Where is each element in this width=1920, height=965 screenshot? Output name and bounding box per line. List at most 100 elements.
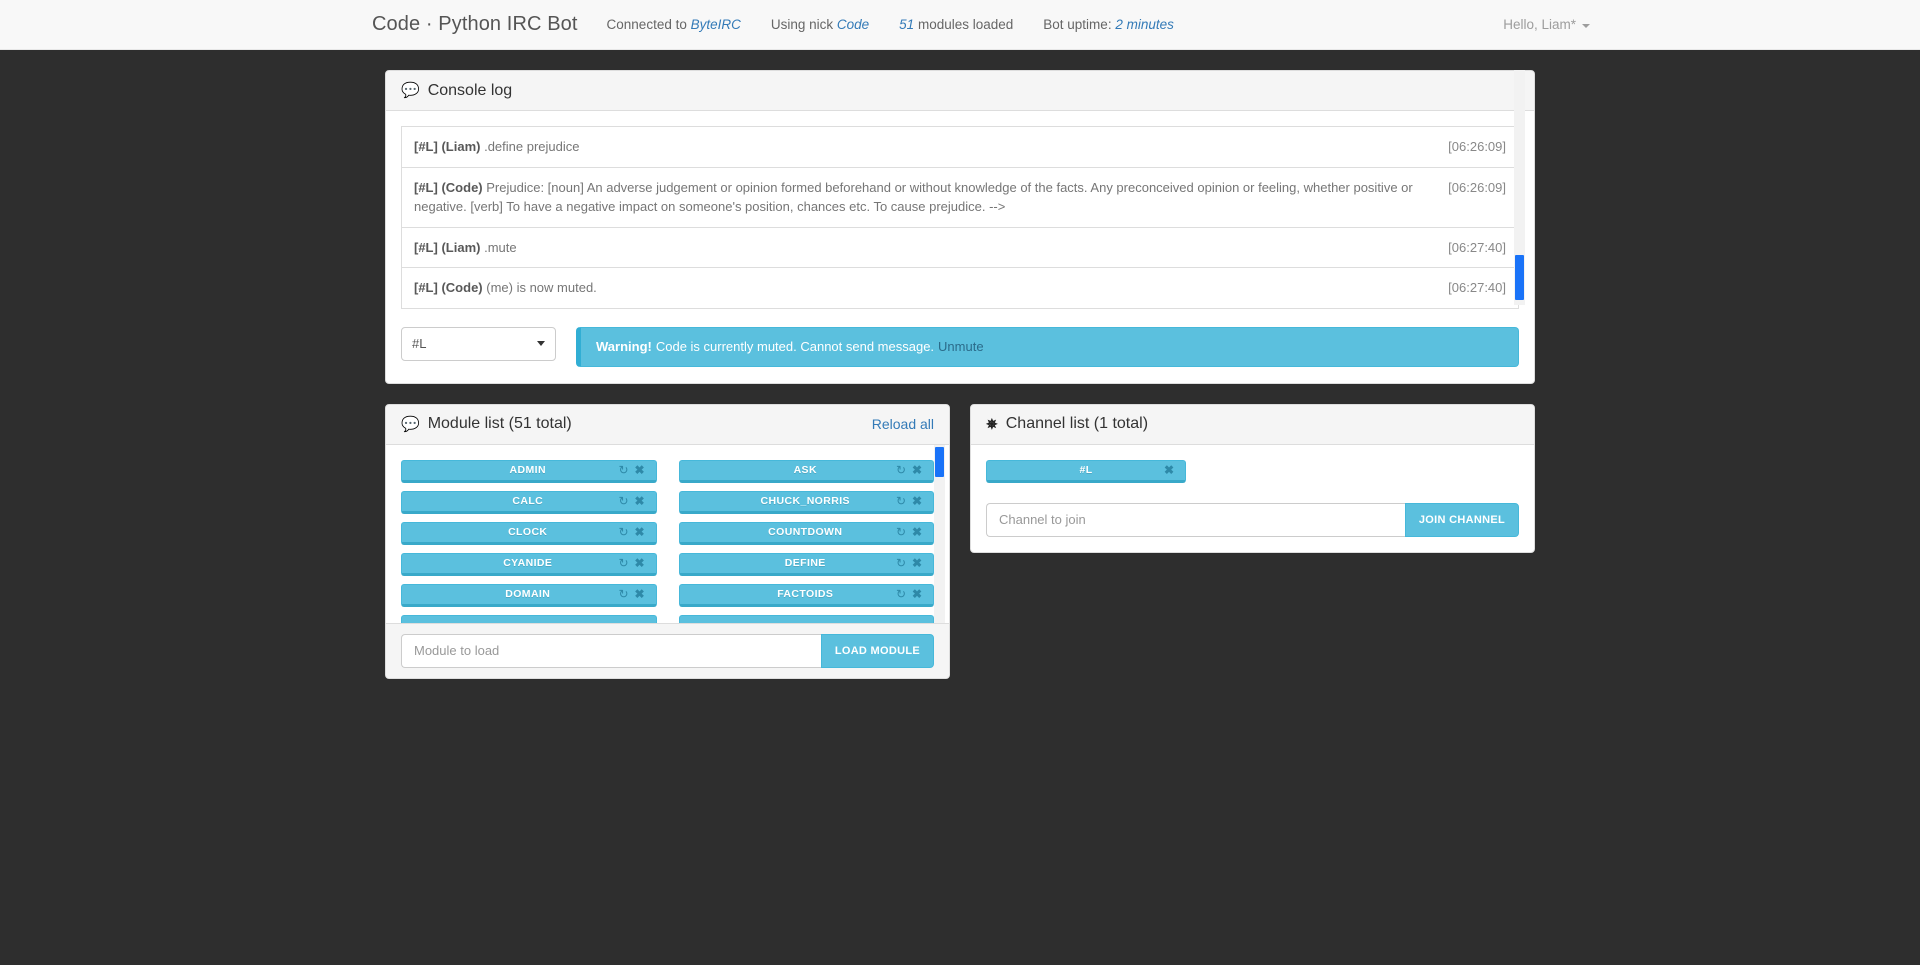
console-log-scroll-region[interactable]: [#L] (Liam) .define prejudice [06:26:09]… bbox=[401, 126, 1519, 309]
log-message-cell: [#L] (Code) Prejudice: [noun] An adverse… bbox=[402, 167, 1427, 227]
channel-list-heading: ✵ Channel list (1 total) bbox=[971, 405, 1534, 445]
log-message-cell: [#L] (Code) (me) is now muted. bbox=[402, 268, 1427, 309]
channel-name: #L bbox=[995, 464, 1161, 476]
channel-join-input[interactable] bbox=[986, 503, 1405, 537]
uptime-prefix: Bot uptime: bbox=[1043, 17, 1115, 32]
module-pill[interactable]: CHUCK_NORRIS ↻ ✖ bbox=[679, 491, 935, 514]
close-icon[interactable]: ✖ bbox=[909, 557, 925, 569]
channel-list-column: ✵ Channel list (1 total) #L ✖ bbox=[970, 404, 1535, 573]
module-list-scroll-region[interactable]: ADMIN ↻ ✖ ASK ↻ ✖ CALC ↻ ✖ bbox=[386, 445, 949, 623]
alert-text: Code is currently muted. Cannot send mes… bbox=[656, 339, 934, 354]
module-name: DOMAIN bbox=[410, 588, 616, 600]
close-icon[interactable]: ✖ bbox=[632, 526, 648, 538]
table-row: [#L] (Code) Prejudice: [noun] An adverse… bbox=[402, 167, 1519, 227]
chevron-down-icon bbox=[537, 341, 545, 346]
module-pill[interactable]: CALC ↻ ✖ bbox=[401, 491, 657, 514]
module-pill[interactable]: FACTOIDS ↻ ✖ bbox=[679, 584, 935, 607]
module-load-footer: LOAD MODULE bbox=[386, 623, 949, 678]
navbar-item-connection: Connected to ByteIRC bbox=[592, 0, 756, 50]
console-controls: #L Warning! Code is currently muted. Can… bbox=[386, 309, 1534, 383]
module-name: ADMIN bbox=[410, 464, 616, 476]
table-row: [#L] (Code) (me) is now muted. [06:27:40… bbox=[402, 268, 1519, 309]
console-log-title: 💬 Console log bbox=[401, 82, 512, 100]
module-pill[interactable]: CYANIDE ↻ ✖ bbox=[401, 553, 657, 576]
module-scrollbar-thumb[interactable] bbox=[935, 447, 944, 477]
close-icon[interactable]: ✖ bbox=[632, 588, 648, 600]
navbar-item-nick: Using nick Code bbox=[756, 0, 884, 50]
channel-pill[interactable]: #L ✖ bbox=[986, 460, 1186, 483]
module-load-group: LOAD MODULE bbox=[401, 634, 934, 668]
module-pill[interactable]: ASK ↻ ✖ bbox=[679, 460, 935, 483]
close-icon[interactable]: ✖ bbox=[909, 464, 925, 476]
close-icon[interactable]: ✖ bbox=[909, 588, 925, 600]
log-nick: (Code) bbox=[441, 180, 482, 195]
mute-warning-alert: Warning! Code is currently muted. Cannot… bbox=[576, 327, 1519, 367]
close-icon[interactable]: ✖ bbox=[909, 495, 925, 507]
refresh-icon[interactable]: ↻ bbox=[893, 495, 909, 507]
refresh-icon[interactable]: ↻ bbox=[893, 588, 909, 600]
module-pill[interactable] bbox=[679, 615, 935, 623]
module-pill[interactable]: COUNTDOWN ↻ ✖ bbox=[679, 522, 935, 545]
log-nick: (Liam) bbox=[441, 240, 480, 255]
refresh-icon[interactable]: ↻ bbox=[616, 526, 632, 538]
module-grid: ADMIN ↻ ✖ ASK ↻ ✖ CALC ↻ ✖ bbox=[401, 460, 934, 623]
log-timestamp: [06:27:40] bbox=[1427, 227, 1519, 268]
channel-join-footer: JOIN CHANNEL bbox=[971, 491, 1534, 552]
close-icon[interactable]: ✖ bbox=[909, 526, 925, 538]
log-channel: [#L] bbox=[414, 139, 438, 154]
module-pill[interactable]: DEFINE ↻ ✖ bbox=[679, 553, 935, 576]
reload-all-link[interactable]: Reload all bbox=[872, 416, 934, 432]
comment-icon: 💬 bbox=[401, 417, 420, 432]
channel-select[interactable]: #L bbox=[401, 327, 556, 361]
refresh-icon[interactable]: ↻ bbox=[616, 464, 632, 476]
connection-prefix: Connected to bbox=[607, 17, 691, 32]
module-pill[interactable] bbox=[401, 615, 657, 623]
log-timestamp: [06:27:40] bbox=[1427, 268, 1519, 309]
log-channel: [#L] bbox=[414, 180, 438, 195]
load-module-button[interactable]: LOAD MODULE bbox=[821, 634, 934, 668]
module-name: CYANIDE bbox=[410, 557, 616, 569]
app-brand-title[interactable]: Code · Python IRC Bot bbox=[372, 13, 592, 36]
refresh-icon[interactable]: ↻ bbox=[893, 526, 909, 538]
channel-join-group: JOIN CHANNEL bbox=[986, 503, 1519, 537]
log-text: .define prejudice bbox=[480, 139, 579, 154]
refresh-icon[interactable]: ↻ bbox=[616, 557, 632, 569]
module-name: FACTOIDS bbox=[688, 588, 894, 600]
refresh-icon[interactable]: ↻ bbox=[893, 464, 909, 476]
close-icon[interactable]: ✖ bbox=[1161, 464, 1177, 476]
join-channel-button[interactable]: JOIN CHANNEL bbox=[1405, 503, 1519, 537]
log-nick: (Liam) bbox=[441, 139, 480, 154]
close-icon[interactable]: ✖ bbox=[632, 464, 648, 476]
channel-list-title: ✵ Channel list (1 total) bbox=[986, 415, 1148, 433]
console-scrollbar-thumb[interactable] bbox=[1515, 255, 1524, 300]
close-icon[interactable]: ✖ bbox=[632, 557, 648, 569]
channel-select-value: #L bbox=[412, 336, 426, 351]
channel-list-body: #L ✖ bbox=[971, 445, 1534, 491]
console-log-table: [#L] (Liam) .define prejudice [06:26:09]… bbox=[401, 126, 1519, 309]
unmute-link[interactable]: Unmute bbox=[938, 339, 984, 354]
uptime-value: 2 minutes bbox=[1115, 17, 1174, 32]
connection-network: ByteIRC bbox=[691, 17, 741, 32]
module-name: ASK bbox=[688, 464, 894, 476]
nick-value: Code bbox=[837, 17, 869, 32]
navbar-inner: Code · Python IRC Bot Connected to ByteI… bbox=[372, 0, 1522, 49]
asterisk-icon: ✵ bbox=[986, 417, 998, 431]
alert-strong-label: Warning! bbox=[596, 339, 652, 354]
refresh-icon[interactable]: ↻ bbox=[616, 495, 632, 507]
module-pill[interactable]: DOMAIN ↻ ✖ bbox=[401, 584, 657, 607]
module-pill[interactable]: ADMIN ↻ ✖ bbox=[401, 460, 657, 483]
navbar-status-items: Connected to ByteIRC Using nick Code 51 … bbox=[592, 0, 1189, 50]
module-pill[interactable]: CLOCK ↻ ✖ bbox=[401, 522, 657, 545]
log-text: Prejudice: [noun] An adverse judgement o… bbox=[414, 180, 1413, 215]
refresh-icon[interactable]: ↻ bbox=[616, 588, 632, 600]
module-list-panel: 💬 Module list (51 total) Reload all ADMI… bbox=[385, 404, 950, 679]
module-load-input[interactable] bbox=[401, 634, 821, 668]
refresh-icon[interactable]: ↻ bbox=[893, 557, 909, 569]
module-name: COUNTDOWN bbox=[688, 526, 894, 538]
module-name: CLOCK bbox=[410, 526, 616, 538]
user-menu[interactable]: Hello, Liam* bbox=[1503, 0, 1590, 50]
log-text: .mute bbox=[480, 240, 516, 255]
table-row: [#L] (Liam) .mute [06:27:40] bbox=[402, 227, 1519, 268]
module-list-title: 💬 Module list (51 total) bbox=[401, 415, 572, 433]
close-icon[interactable]: ✖ bbox=[632, 495, 648, 507]
